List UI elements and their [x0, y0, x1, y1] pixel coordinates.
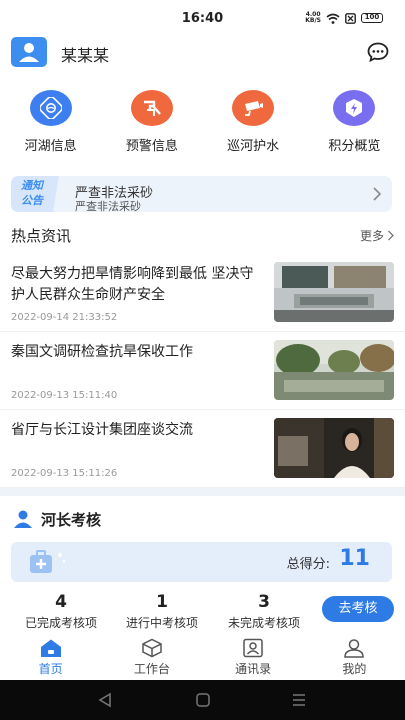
- assessment-stats: 4 已完成考核项 1 进行中考核项 3 未完成考核项 去考核: [0, 592, 405, 632]
- news-thumbnail-river: [274, 340, 394, 400]
- quick-item-label: 巡河护水: [227, 139, 280, 154]
- home-button-icon[interactable]: [195, 692, 211, 708]
- back-icon[interactable]: [97, 692, 113, 708]
- stat-value: 4: [55, 592, 67, 612]
- network-speed: 4.00 KB/S: [305, 12, 321, 24]
- notice-tag: 通知 公告: [11, 176, 59, 212]
- bottom-nav: 首页 工作台 通讯录 我的: [0, 634, 405, 680]
- person-icon: [14, 510, 32, 528]
- section-divider: [0, 488, 405, 496]
- score-value: 11: [339, 546, 370, 571]
- stat-incomplete[interactable]: 3 未完成考核项: [214, 592, 314, 631]
- stat-value: 1: [156, 592, 168, 612]
- news-thumbnail-meeting: [274, 418, 394, 478]
- menu-icon[interactable]: [291, 692, 307, 708]
- notice-tag-line2: 公告: [21, 194, 43, 207]
- quick-item-patrol[interactable]: 巡河护水: [203, 90, 304, 154]
- score-card: 总得分: 11: [11, 542, 392, 582]
- quick-item-river-lake[interactable]: 河湖信息: [0, 90, 101, 154]
- quick-item-label: 河湖信息: [24, 139, 77, 154]
- tab-profile[interactable]: 我的: [304, 634, 405, 680]
- status-bar: 16:40 4.00 KB/S 100: [0, 0, 405, 34]
- river-chief-title: 河长考核: [41, 511, 102, 529]
- tab-workbench[interactable]: 工作台: [101, 634, 202, 680]
- nav-label: 通讯录: [235, 662, 272, 676]
- chat-bubble-icon[interactable]: [367, 42, 389, 62]
- system-navigation-bar: [0, 680, 405, 720]
- notice-tag-text: 通知 公告: [21, 178, 43, 208]
- news-title: 秦国文调研检查抗旱保收工作: [11, 344, 193, 360]
- more-link[interactable]: 更多: [360, 227, 395, 244]
- news-time: 2022-09-14 21:33:52: [11, 312, 118, 323]
- points-icon: [333, 90, 376, 126]
- network-speed-unit: KB/S: [305, 17, 321, 24]
- quick-item-warning[interactable]: 预警信息: [101, 90, 202, 154]
- wifi-icon: [326, 13, 340, 24]
- user-avatar-icon[interactable]: [11, 37, 47, 67]
- user-name: 某某某: [61, 46, 110, 65]
- status-indicators: 4.00 KB/S 100: [305, 12, 383, 24]
- more-link-label: 更多: [359, 229, 384, 243]
- news-time: 2022-09-13 15:11:40: [11, 390, 118, 401]
- stat-in-progress[interactable]: 1 进行中考核项: [112, 592, 212, 631]
- quick-item-label: 积分概览: [328, 139, 381, 154]
- notice-subtitle: 严查非法采砂: [75, 200, 141, 213]
- camera-patrol-icon: [232, 90, 275, 126]
- contacts-icon: [243, 638, 263, 658]
- stat-label: 未完成考核项: [227, 616, 300, 630]
- hot-news-header: 热点资讯 更多: [0, 222, 405, 248]
- home-icon: [40, 639, 61, 657]
- warning-icon: [130, 90, 173, 126]
- hot-news-title: 热点资讯: [11, 227, 72, 245]
- sim-icon: [345, 12, 356, 24]
- tab-contacts[interactable]: 通讯录: [203, 634, 304, 680]
- river-chief-header: 河长考核: [0, 506, 405, 534]
- nav-label: 工作台: [133, 662, 170, 676]
- news-thumbnail-meeting: [274, 262, 394, 322]
- chevron-right-icon: [373, 187, 382, 201]
- quick-item-points[interactable]: 积分概览: [304, 90, 405, 154]
- stat-value: 3: [258, 592, 270, 612]
- stat-label: 进行中考核项: [125, 616, 198, 630]
- river-lake-icon: [29, 90, 72, 126]
- score-label: 总得分:: [286, 557, 330, 572]
- chevron-right-icon: [388, 230, 394, 241]
- workbench-icon: [142, 638, 162, 658]
- news-time: 2022-09-13 15:11:26: [11, 468, 118, 479]
- quick-menu: 河湖信息 预警信息 巡河护水 积分概览: [0, 90, 405, 154]
- tab-home[interactable]: 首页: [0, 634, 101, 680]
- news-title: 省厅与长江设计集团座谈交流: [11, 422, 193, 438]
- nav-label: 首页: [38, 662, 63, 676]
- stat-label: 已完成考核项: [24, 616, 97, 630]
- nav-label: 我的: [342, 662, 367, 676]
- notice-banner[interactable]: 通知 公告 严查非法采砂 严查非法采砂: [11, 176, 392, 213]
- app-header: 某某某: [0, 34, 405, 74]
- go-assessment-button[interactable]: 去考核: [322, 596, 394, 622]
- stat-completed[interactable]: 4 已完成考核项: [11, 592, 111, 631]
- news-title: 尽最大努力把旱情影响降到最低 坚决守护人民群众生命财产安全: [11, 266, 254, 303]
- news-item[interactable]: 尽最大努力把旱情影响降到最低 坚决守护人民群众生命财产安全 2022-09-14…: [0, 254, 405, 332]
- news-item[interactable]: 秦国文调研检查抗旱保收工作 2022-09-13 15:11:40: [0, 332, 405, 410]
- profile-icon: [344, 639, 365, 658]
- notice-tag-line1: 通知: [21, 179, 43, 192]
- medical-kit-icon: [30, 550, 66, 573]
- news-item[interactable]: 省厅与长江设计集团座谈交流 2022-09-13 15:11:26: [0, 410, 405, 488]
- battery-indicator: 100: [361, 13, 383, 23]
- quick-item-label: 预警信息: [125, 139, 178, 154]
